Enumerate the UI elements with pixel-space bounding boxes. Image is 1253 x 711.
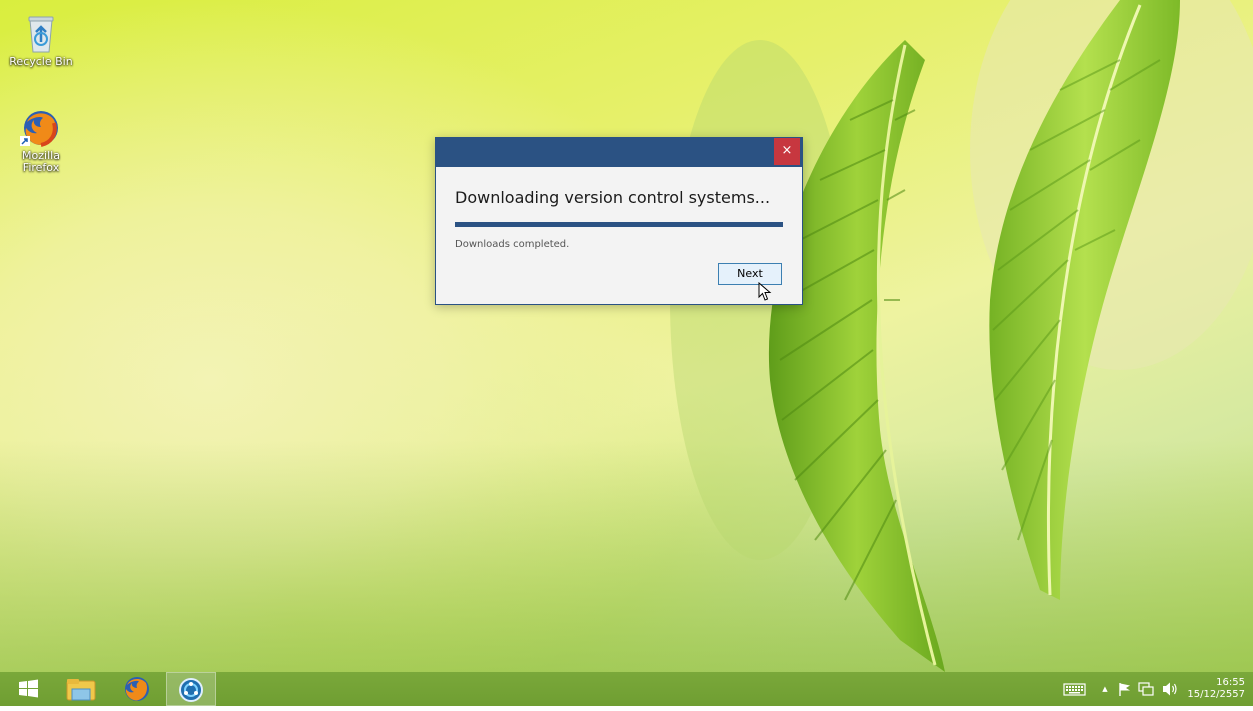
next-button[interactable]: Next	[718, 263, 782, 285]
taskbar-file-explorer[interactable]	[56, 672, 106, 706]
desktop-icon-firefox[interactable]: Mozilla Firefox	[4, 108, 78, 174]
show-hidden-icons-button[interactable]: ▲	[1098, 672, 1112, 706]
touch-keyboard-button[interactable]	[1062, 672, 1088, 706]
dialog-body: Downloading version control systems... D…	[436, 167, 802, 304]
shortcut-arrow-icon	[20, 136, 30, 146]
mouse-cursor-icon	[758, 282, 772, 301]
start-icon	[19, 679, 38, 698]
desktop-icon-recycle-bin[interactable]: Recycle Bin	[4, 14, 78, 68]
taskbar-firefox[interactable]	[112, 672, 162, 706]
file-explorer-icon	[66, 679, 96, 701]
keyboard-icon	[1063, 683, 1086, 696]
wallpaper-leaves	[0, 0, 1253, 672]
flag-icon	[1119, 683, 1130, 696]
start-button[interactable]	[4, 672, 54, 706]
dialog-heading: Downloading version control systems...	[455, 188, 771, 207]
system-clock[interactable]: 16:55 15/12/2557	[1187, 677, 1245, 701]
chevron-up-icon: ▲	[1102, 685, 1108, 693]
speaker-icon	[1163, 682, 1177, 696]
app-icon	[179, 678, 203, 702]
download-status-text: Downloads completed.	[455, 239, 570, 250]
progress-bar-fill	[455, 222, 783, 227]
recycle-bin-icon	[28, 16, 54, 53]
download-progress-bar	[455, 222, 783, 227]
desktop-icon-label: Mozilla Firefox	[22, 149, 60, 174]
volume-button[interactable]	[1160, 672, 1180, 706]
clock-date: 15/12/2557	[1187, 689, 1245, 700]
clock-time: 16:55	[1216, 677, 1245, 688]
firefox-icon	[125, 677, 149, 701]
download-dialog: × Downloading version control systems...…	[435, 137, 803, 305]
desktop-background: Recycle Bin Mozilla Firefox × Downloadin…	[0, 0, 1253, 706]
close-button[interactable]: ×	[774, 138, 800, 165]
close-icon: ×	[781, 143, 793, 158]
taskbar: ▲ 16:55 15/12/2557	[0, 672, 1253, 706]
desktop-icon-label: Recycle Bin	[9, 55, 73, 68]
dialog-titlebar[interactable]: ×	[436, 138, 802, 167]
network-button[interactable]	[1136, 672, 1156, 706]
taskbar-installer-app[interactable]	[166, 672, 216, 706]
action-center-button[interactable]	[1116, 672, 1134, 706]
network-icon	[1138, 682, 1154, 696]
